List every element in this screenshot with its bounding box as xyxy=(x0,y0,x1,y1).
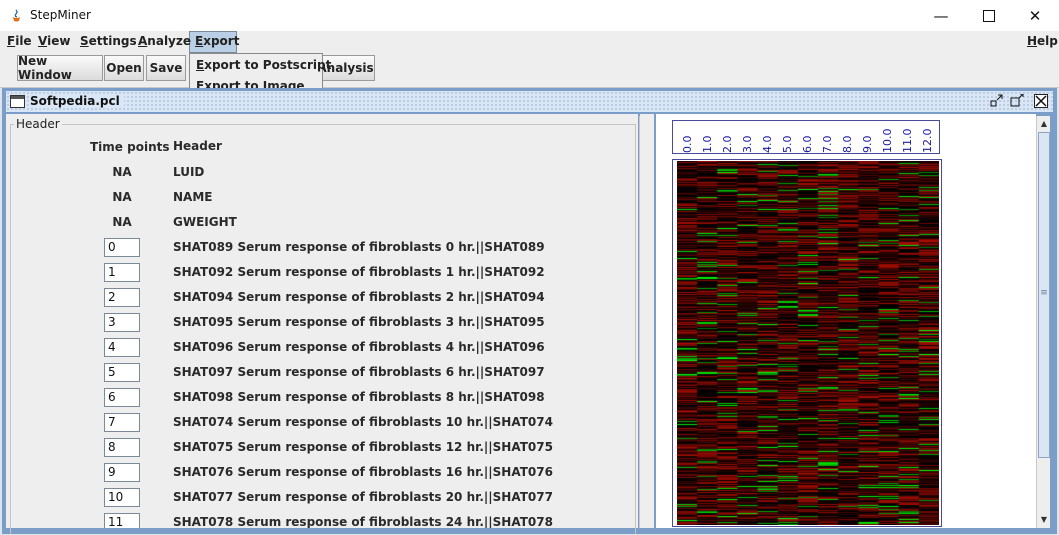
maximize-button[interactable] xyxy=(966,0,1012,31)
array-header-label: SHAT075 Serum response of fibroblasts 12… xyxy=(173,440,553,454)
array-header-label: SHAT089 Serum response of fibroblasts 0 … xyxy=(173,240,545,254)
right-scroll-down-button[interactable]: ▼ xyxy=(1037,512,1051,526)
arrow-down-icon: ▼ xyxy=(1040,514,1048,524)
heatmap-column-label: 6.0 xyxy=(801,135,814,154)
heatmap-column-label: 4.0 xyxy=(761,135,774,154)
array-header-label: SHAT095 Serum response of fibroblasts 3 … xyxy=(173,315,545,329)
menu-help[interactable]: Help xyxy=(1027,34,1058,48)
timepoint-input[interactable]: 3 xyxy=(104,313,140,332)
right-scroll-up-button[interactable]: ▲ xyxy=(1037,116,1051,130)
timepoint-na: NA xyxy=(112,215,132,229)
heatmap-column-label: 11.0 xyxy=(901,128,914,154)
timepoint-na: NA xyxy=(112,190,132,204)
arrow-up-icon: ▲ xyxy=(1040,118,1048,128)
restore-icon xyxy=(1010,93,1024,107)
heatmap-column-label: 10.0 xyxy=(881,128,894,154)
header-rows: NA LUID NA NAME NA GWEIGHT 0 SHAT089 Serum resp… xyxy=(0,0,640,528)
column-labels-box: 0.0 1.0 2.0 3.0 4.0 5.0 6.0 7.0 8.0 9.0 10.0 11.0 12… xyxy=(672,120,940,154)
array-header-label: SHAT078 Serum response of fibroblasts 24… xyxy=(173,515,553,528)
heatmap-column-label: 8.0 xyxy=(841,135,854,154)
timepoint-input[interactable]: 7 xyxy=(104,413,140,432)
header-name-label: NAME xyxy=(173,190,213,204)
close-button[interactable]: ✕ xyxy=(1012,0,1058,31)
timepoint-input[interactable]: 4 xyxy=(104,338,140,357)
iconify-button[interactable] xyxy=(990,94,1004,108)
header-name-label: LUID xyxy=(173,165,205,179)
timepoint-input[interactable]: 6 xyxy=(104,388,140,407)
restore-frame-button[interactable] xyxy=(1010,93,1024,108)
timepoint-input[interactable]: 11 xyxy=(104,513,140,528)
heatmap-column-label: 9.0 xyxy=(861,135,874,154)
heatmap-column-label: 7.0 xyxy=(821,135,834,154)
array-header-label: SHAT097 Serum response of fibroblasts 6 … xyxy=(173,365,545,379)
timepoint-na: NA xyxy=(112,165,132,179)
array-header-label: SHAT077 Serum response of fibroblasts 20… xyxy=(173,490,553,504)
timepoint-input[interactable]: 2 xyxy=(104,288,140,307)
array-header-label: SHAT094 Serum response of fibroblasts 2 … xyxy=(173,290,545,304)
close-frame-icon xyxy=(1035,95,1047,107)
timepoint-input[interactable]: 1 xyxy=(104,263,140,282)
close-frame-button[interactable] xyxy=(1034,94,1048,108)
heatmap-canvas[interactable] xyxy=(677,161,939,525)
timepoint-input[interactable]: 5 xyxy=(104,363,140,382)
heatmap-column-label: 12.0 xyxy=(921,128,934,154)
close-icon: ✕ xyxy=(1028,6,1042,25)
heatmap-column-label: 2.0 xyxy=(721,135,734,154)
array-header-label: SHAT076 Serum response of fibroblasts 16… xyxy=(173,465,553,479)
iconify-icon xyxy=(990,94,1003,107)
timepoint-input[interactable]: 8 xyxy=(104,438,140,457)
minimize-icon: — xyxy=(933,6,949,25)
array-header-label: SHAT074 Serum response of fibroblasts 10… xyxy=(173,415,553,429)
header-name-label: GWEIGHT xyxy=(173,215,237,229)
heatmap-column-label: 0.0 xyxy=(681,135,694,154)
split-divider[interactable] xyxy=(640,114,654,528)
heatmap-column-label: 1.0 xyxy=(701,135,714,154)
minimize-button[interactable]: — xyxy=(918,0,964,31)
maximize-icon xyxy=(983,9,995,22)
heatmap-column-label: 5.0 xyxy=(781,135,794,154)
grip-icon: ≡ xyxy=(1040,288,1048,298)
timepoint-input[interactable]: 0 xyxy=(104,238,140,257)
heatmap-column-label: 3.0 xyxy=(741,135,754,154)
array-header-label: SHAT092 Serum response of fibroblasts 1 … xyxy=(173,265,545,279)
array-header-label: SHAT096 Serum response of fibroblasts 4 … xyxy=(173,340,545,354)
timepoint-input[interactable]: 10 xyxy=(104,488,140,507)
timepoint-input[interactable]: 9 xyxy=(104,463,140,482)
array-header-label: SHAT098 Serum response of fibroblasts 8 … xyxy=(173,390,545,404)
